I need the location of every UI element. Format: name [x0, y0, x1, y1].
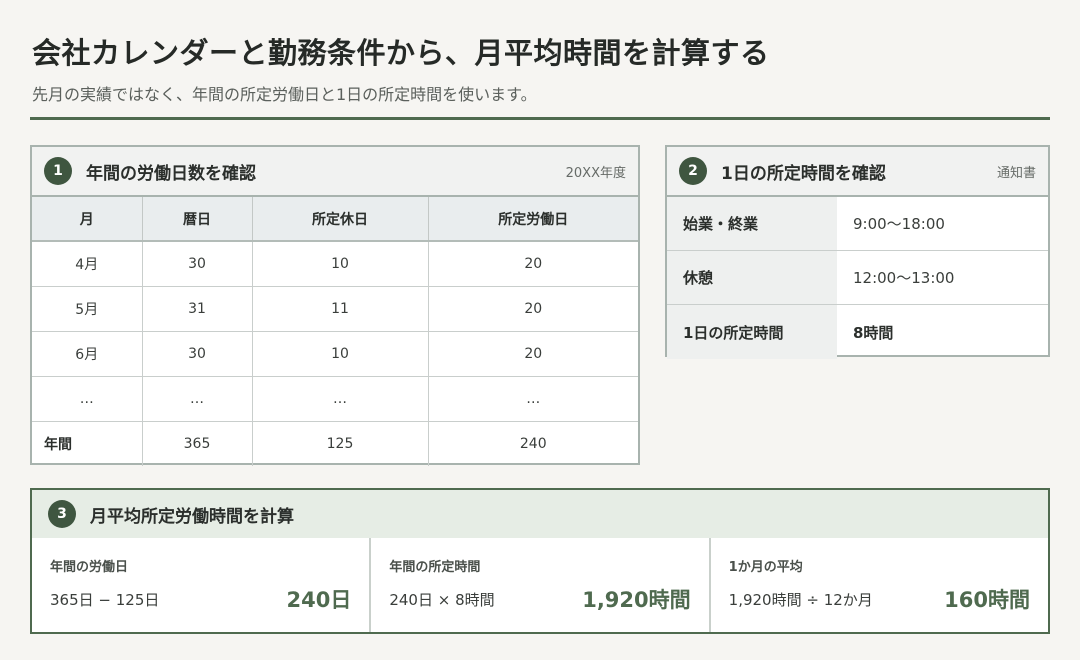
calc-label: 年間の所定時間 [389, 560, 481, 575]
calc-label: 年間の労働日 [50, 560, 129, 575]
table-cell: 125 [252, 421, 429, 466]
table-cell: 10 [252, 331, 429, 377]
list-item: 休憩 12:00〜13:00 [667, 251, 1048, 305]
table-cell: 30 [142, 241, 253, 287]
calc-formula: 240日 × 8時間 [389, 591, 495, 609]
row-value: 12:00〜13:00 [853, 269, 955, 287]
monthly-average-panel: 3 月平均所定労働時間を計算 年間の労働日 365日 − 125日 240日 年… [30, 488, 1050, 634]
table-cell: 20 [428, 241, 638, 287]
calc-formula: 365日 − 125日 [50, 591, 160, 609]
row-label: 始業・終業 [667, 197, 837, 250]
table-cell: 6月 [32, 331, 143, 377]
calc-annual-hours: 年間の所定時間 240日 × 8時間 1,920時間 [371, 538, 711, 632]
table-cell: 10 [252, 241, 429, 287]
table-header-row: 月 暦日 所定休日 所定労働日 [32, 197, 638, 242]
panel-title: 1日の所定時間を確認 [721, 163, 886, 184]
table-row: 4月 30 10 20 [32, 241, 638, 287]
panel-header: 2 1日の所定時間を確認 通知書 [667, 147, 1048, 197]
step-number-badge: 3 [48, 500, 76, 528]
table-cell: 4月 [32, 241, 143, 287]
panel-header: 3 月平均所定労働時間を計算 [32, 490, 1048, 538]
list-item: 始業・終業 9:00〜18:00 [667, 197, 1048, 251]
list-item: 1日の所定時間 8時間 [667, 305, 1048, 359]
calc-annual-workdays: 年間の労働日 365日 − 125日 240日 [32, 538, 372, 632]
table-cell: 365 [142, 421, 253, 466]
page-subtitle: 先月の実績ではなく、年間の所定労働日と1日の所定時間を使います。 [32, 85, 537, 104]
table-total-row: 年間 365 125 240 [32, 421, 638, 466]
table-cell: 240 [519, 435, 547, 452]
column-header-month: 月 [32, 197, 143, 242]
step-number-badge: 2 [679, 157, 707, 185]
column-header-holidays: 所定休日 [252, 197, 429, 242]
panel-title: 年間の労働日数を確認 [86, 163, 256, 184]
table-row: 5月 31 11 20 [32, 286, 638, 332]
table-cell: 31 [142, 286, 253, 332]
annual-workdays-panel: 1 年間の労働日数を確認 20XX年度 月 暦日 所定休日 所定労働日 4月 3… [30, 145, 640, 466]
daily-hours-panel: 2 1日の所定時間を確認 通知書 始業・終業 9:00〜18:00 休憩 12:… [665, 145, 1050, 359]
row-label: 休憩 [667, 251, 837, 304]
calc-result: 160時間 [944, 588, 1030, 612]
panel-header: 1 年間の労働日数を確認 20XX年度 [32, 147, 638, 197]
calendar-table: 月 暦日 所定休日 所定労働日 4月 30 10 20 5月 31 11 20 … [32, 197, 638, 466]
row-label: 1日の所定時間 [667, 305, 837, 359]
column-header-workdays: 所定労働日 [428, 197, 638, 242]
row-value: 9:00〜18:00 [853, 215, 945, 233]
page-title: 会社カレンダーと勤務条件から、月平均時間を計算する [32, 36, 770, 70]
table-cell: 20 [428, 331, 638, 377]
panel-title: 月平均所定労働時間を計算 [90, 506, 294, 527]
table-cell: 年間 [32, 421, 143, 466]
calc-monthly-average: 1か月の平均 1,920時間 ÷ 12か月 160時間 [711, 538, 1048, 632]
calculation-row: 年間の労働日 365日 − 125日 240日 年間の所定時間 240日 × 8… [32, 538, 1048, 632]
table-cell: … [428, 376, 638, 422]
table-cell: 20 [428, 286, 638, 332]
calc-result: 1,920時間 [582, 588, 691, 612]
table-row: … … … … [32, 376, 638, 422]
column-header-calendar-days: 暦日 [142, 197, 253, 242]
row-value: 8時間 [853, 323, 894, 342]
calc-result: 240日 [286, 588, 352, 612]
header-divider [30, 117, 1050, 120]
source-note: 通知書 [996, 165, 1036, 181]
table-cell: 11 [252, 286, 429, 332]
calc-label: 1か月の平均 [728, 560, 803, 575]
table-cell: … [32, 376, 143, 422]
table-cell: 5月 [32, 286, 143, 332]
calc-formula: 1,920時間 ÷ 12か月 [728, 591, 873, 609]
fiscal-year-note: 20XX年度 [565, 165, 626, 181]
step-number-badge: 1 [44, 157, 72, 185]
table-cell: … [252, 376, 429, 422]
table-row: 6月 30 10 20 [32, 331, 638, 377]
table-cell: 30 [142, 331, 253, 377]
table-cell: … [142, 376, 253, 422]
